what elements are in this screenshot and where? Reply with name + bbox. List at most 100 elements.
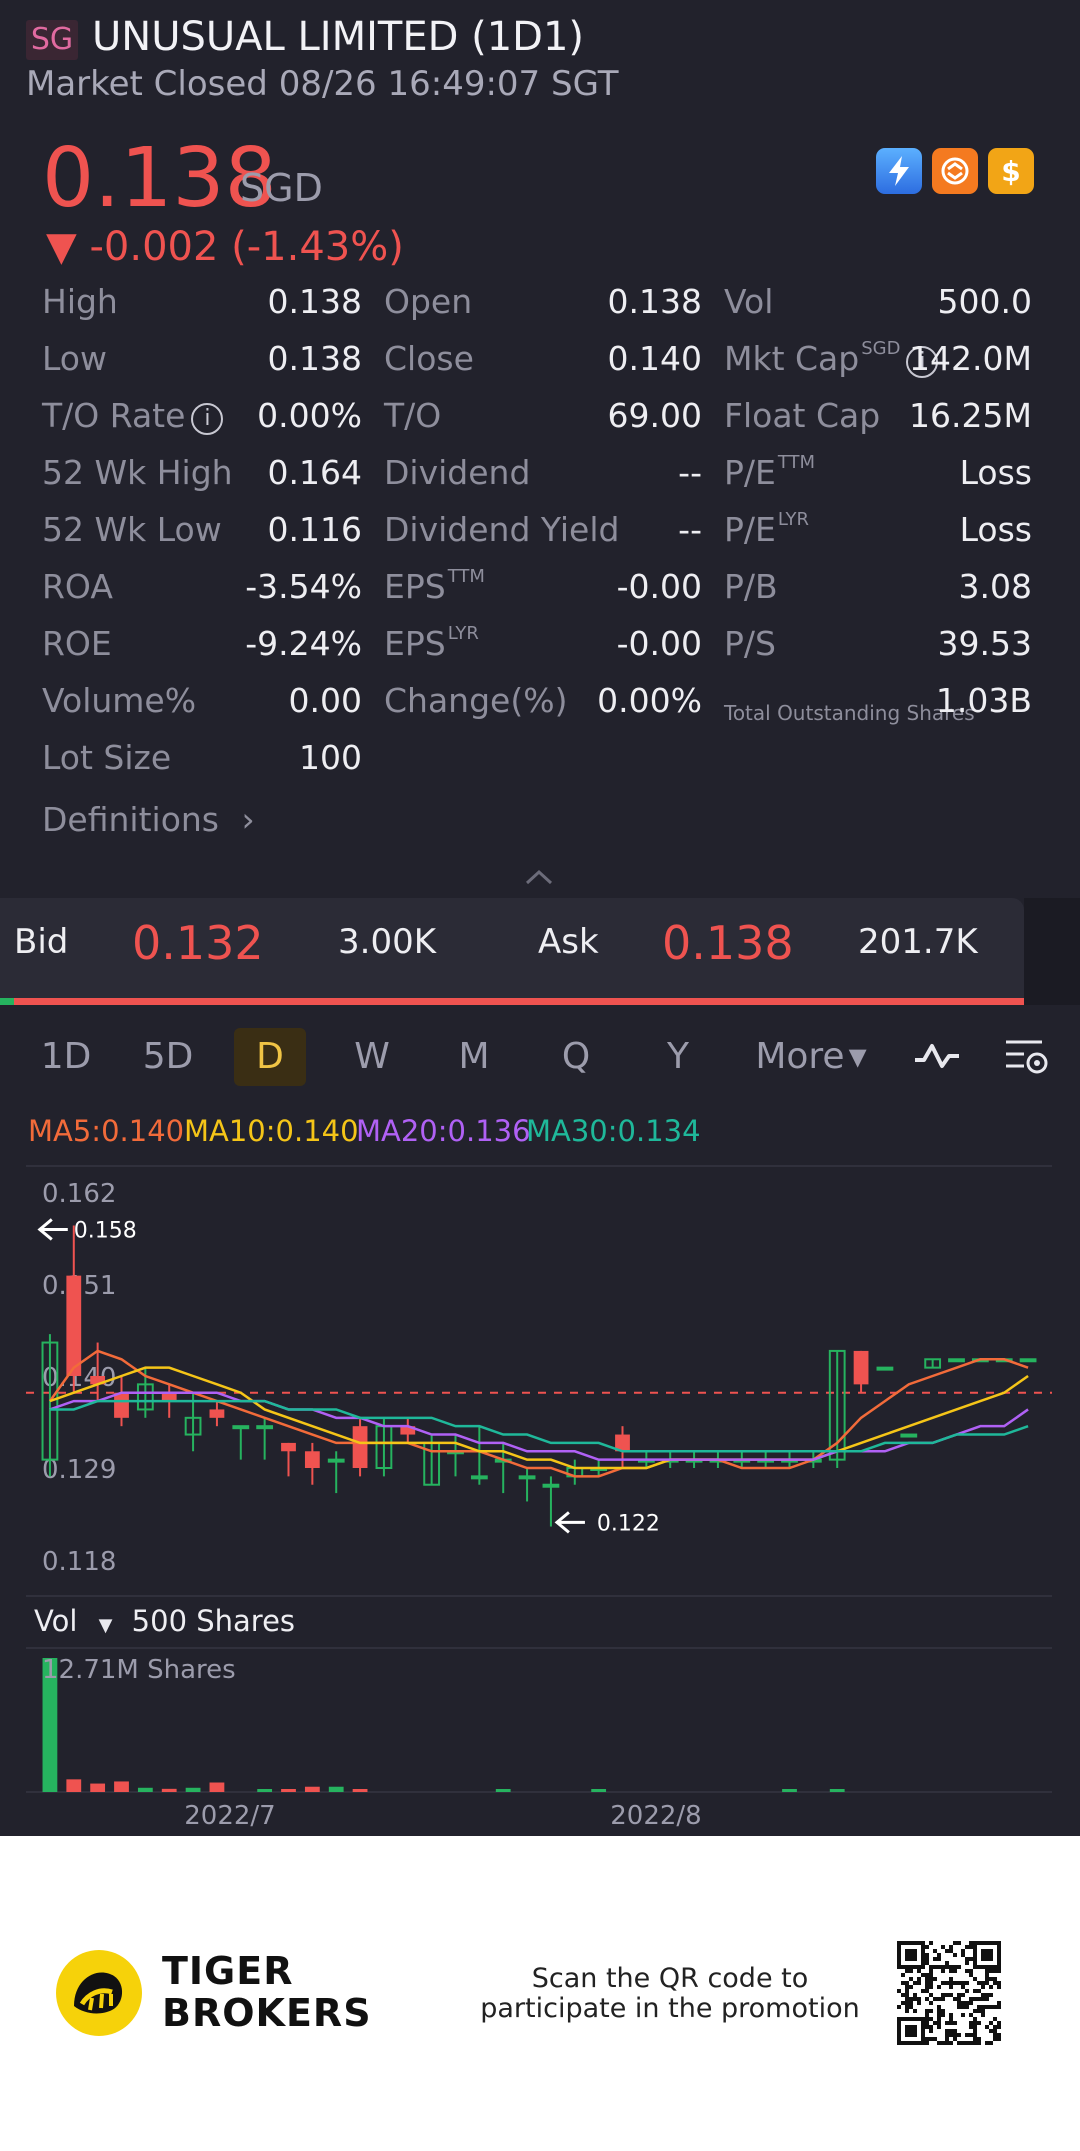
qr-module [897,2029,901,2033]
chart-settings-icon[interactable] [1002,1036,1052,1082]
stat-label: P/B [724,567,778,606]
qr-module [977,1989,981,1993]
collapse-chevron-icon[interactable] [524,868,554,890]
stat-label-text: Lot Size [42,738,172,777]
qr-module [949,1945,953,1949]
tab-d[interactable]: D [234,1028,306,1086]
tab-w[interactable]: W [336,1028,408,1086]
stat-value: 0.138 [267,282,362,321]
qr-module [925,1981,929,1985]
qr-module [909,2025,913,2029]
qr-module [929,2017,933,2021]
qr-module [957,1941,961,1945]
tab-q[interactable]: Q [540,1028,612,1086]
qr-module [901,2017,905,2021]
tab-y[interactable]: Y [642,1028,714,1086]
stat-label-text: Low [42,339,107,378]
qr-module [973,1965,977,1969]
tab-label: 1D [40,1036,92,1077]
stat-label: Change(%) [384,681,567,720]
qr-module [941,1945,945,1949]
definitions-label: Definitions [42,800,219,839]
volume-bar [209,1782,225,1792]
dollar-icon[interactable]: $ [988,148,1034,194]
candlestick-chart[interactable]: 0.1620.1510.1400.1290.1180.1580.12212.71… [0,1160,1080,1840]
swap-icon[interactable] [932,148,978,194]
qr-module [961,1993,965,1997]
qr-module [909,1997,913,2001]
qr-module [961,1953,965,1957]
qr-module [985,2005,989,2009]
stat-label: Open [384,282,472,321]
qr-module [925,2041,929,2045]
qr-module [941,1969,945,1973]
qr-module [973,2021,977,2025]
qr-module [981,2013,985,2017]
lightning-icon[interactable] [876,148,922,194]
qr-module [973,1941,977,1945]
qr-module [953,2037,957,2041]
info-icon[interactable]: i [191,403,224,435]
tab-5d[interactable]: 5D [132,1028,204,1086]
volume-bar [257,1789,273,1792]
definitions-link[interactable]: Definitions › [42,800,255,839]
volume-header[interactable]: Vol ▼ 500 Shares [34,1604,295,1638]
candle-body [209,1409,225,1418]
qr-code[interactable] [896,1940,1002,2046]
promo-line-2: participate in the promotion [480,1993,860,2024]
tab-m[interactable]: M [438,1028,510,1086]
qr-module [981,1953,985,1957]
qr-module [957,1981,961,1985]
qr-module [965,2001,969,2005]
qr-module [989,1957,993,1961]
qr-module [897,1945,901,1949]
qr-module [921,2021,925,2025]
qr-module [973,1989,977,1993]
tab-more[interactable]: More ▾ [746,1028,876,1086]
candle-body [161,1392,177,1402]
qr-module [989,1985,993,1989]
price-change: ▼ -0.002 (-1.43%) [46,224,404,270]
qr-module [905,2009,909,2013]
tab-label: W [354,1036,390,1077]
qr-module [905,1965,909,1969]
qr-module [925,2013,929,2017]
qr-module [925,2025,929,2029]
volume-bar [328,1786,344,1792]
qr-module [897,1941,901,1945]
candle-body [1019,1358,1037,1363]
qr-module [973,2025,977,2029]
qr-module [925,2009,929,2013]
qr-module [997,2005,1001,2009]
tab-1d[interactable]: 1D [30,1028,102,1086]
candle-body [281,1442,296,1452]
qr-module [897,2041,901,2045]
qr-module [945,2033,949,2037]
qr-module [973,1961,977,1965]
tab-label: Y [667,1036,689,1077]
qr-module [957,2041,961,2045]
stock-title: UNUSUAL LIMITED (1D1) [92,14,585,60]
stat-value: 0.164 [267,453,362,492]
qr-module [965,1961,969,1965]
qr-module [949,2029,953,2033]
tab-label: M [458,1036,490,1077]
stat-value: -0.00 [616,624,702,663]
ask-size: 201.7K [858,922,978,962]
stat-label-text: T/O Rate [42,396,186,435]
qr-module [897,2025,901,2029]
qr-module [921,1965,925,1969]
qr-module [985,1997,989,2001]
volume-bar [352,1789,368,1792]
low-marker-label: 0.122 [597,1511,660,1536]
indicator-icon[interactable] [912,1036,962,1080]
qr-module [953,1953,957,1957]
qr-module [909,2041,913,2045]
qr-module [993,2037,997,2041]
qr-module [937,2041,941,2045]
ma-legend-item: MA20:0.136 [356,1114,531,1148]
stat-label-text: EPS [384,624,446,663]
qr-module [961,2005,965,2009]
qr-module [909,2033,913,2037]
tab-label: D [256,1036,284,1077]
